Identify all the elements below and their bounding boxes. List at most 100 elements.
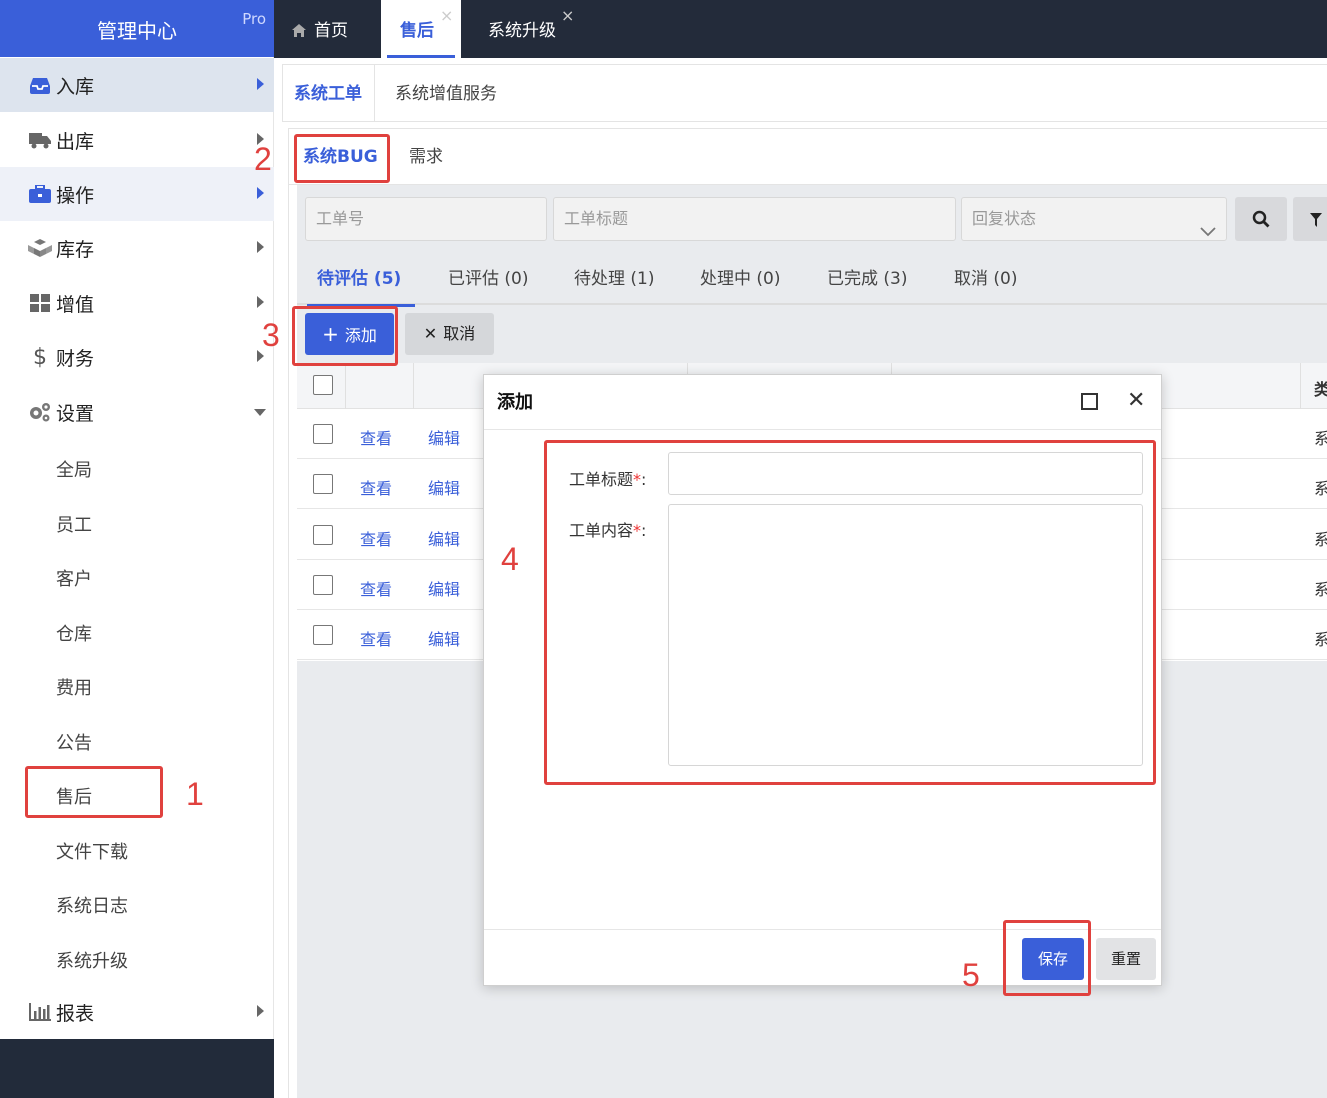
annotation-box-2 <box>294 134 390 183</box>
status-tabs: 待评估 (5) 已评估 (0) 待处理 (1) 处理中 (0) 已完成 (3) … <box>297 253 1327 307</box>
tab-home[interactable]: 首页 <box>292 0 382 58</box>
tab-label: 系统升级 <box>488 21 556 41</box>
inbox-icon <box>28 73 52 97</box>
edit-link[interactable]: 编辑 <box>428 526 460 550</box>
edit-link[interactable]: 编辑 <box>428 475 460 499</box>
brand-header: 管理中心 Pro <box>0 0 274 57</box>
submenu-system-upgrade[interactable]: 系统升级 <box>56 947 128 973</box>
view-link[interactable]: 查看 <box>360 626 392 650</box>
view-link[interactable]: 查看 <box>360 526 392 550</box>
cancel-label: 取消 <box>443 324 476 343</box>
cubes-icon <box>28 236 52 260</box>
row-checkbox[interactable] <box>313 424 333 444</box>
cancel-button[interactable]: ✕ 取消 <box>405 313 494 355</box>
select-all-checkbox[interactable] <box>313 375 333 395</box>
submenu-fees[interactable]: 费用 <box>56 674 92 700</box>
col-divider <box>413 363 414 409</box>
tab-requirement[interactable]: 需求 <box>409 129 443 185</box>
submenu-file-download[interactable]: 文件下载 <box>56 838 128 864</box>
status-tab-evaluated[interactable]: 已评估 (0) <box>448 253 528 305</box>
submenu-notice[interactable]: 公告 <box>56 729 92 755</box>
annotation-box-3 <box>292 306 398 366</box>
menu-label: 增值 <box>56 293 95 316</box>
sidebar: 管理中心 Pro 入库 出库 操作 库存 增值 $ 财务 设置 全局 员工 客户… <box>0 0 274 1098</box>
annotation-box-4 <box>544 440 1156 785</box>
annotation-box-1 <box>25 766 163 818</box>
tab-value-added-service[interactable]: 系统增值服务 <box>395 65 497 121</box>
row-checkbox[interactable] <box>313 525 333 545</box>
dollar-icon: $ <box>33 344 47 370</box>
row-checkbox[interactable] <box>313 474 333 494</box>
dialog-title: 添加 <box>497 392 533 413</box>
row-type: 系 <box>1314 479 1327 498</box>
menu-label: 库存 <box>56 238 95 261</box>
top-tab-bar: 首页 售后 × 系统升级 × <box>274 0 1327 58</box>
menu-item-settings[interactable]: 设置 <box>0 385 274 439</box>
view-link[interactable]: 查看 <box>360 475 392 499</box>
status-tab-pending[interactable]: 待处理 (1) <box>574 253 654 305</box>
row-checkbox[interactable] <box>313 575 333 595</box>
menu-item-outbound[interactable]: 出库 <box>0 113 274 167</box>
view-link[interactable]: 查看 <box>360 425 392 449</box>
status-tab-label: 待评估 (5) <box>317 269 402 289</box>
row-type: 系 <box>1314 429 1327 448</box>
annotation-number-4: 4 <box>501 541 519 577</box>
chevron-right-icon <box>257 241 264 253</box>
menu-item-inventory[interactable]: 库存 <box>0 221 274 275</box>
annotation-number-1: 1 <box>186 776 204 812</box>
chevron-right-icon <box>257 187 264 199</box>
reply-status-select[interactable]: 回复状态 <box>961 197 1227 241</box>
submenu-global[interactable]: 全局 <box>56 456 92 482</box>
edit-link[interactable]: 编辑 <box>428 576 460 600</box>
close-icon[interactable]: × <box>561 8 574 24</box>
submenu-warehouse[interactable]: 仓库 <box>56 620 92 646</box>
tab-label: 首页 <box>314 21 348 41</box>
pro-badge: Pro <box>242 10 266 28</box>
edit-link[interactable]: 编辑 <box>428 626 460 650</box>
menu-label: 操作 <box>56 184 95 207</box>
menu-item-finance[interactable]: $ 财务 <box>0 330 274 384</box>
brand-title: 管理中心 <box>97 19 177 43</box>
menu-item-reports[interactable]: 报表 <box>0 985 274 1039</box>
reset-button[interactable]: 重置 <box>1096 938 1156 980</box>
menu-item-inbound[interactable]: 入库 <box>0 58 274 112</box>
status-tab-done[interactable]: 已完成 (3) <box>827 253 907 305</box>
filter-button[interactable] <box>1293 197 1327 241</box>
chevron-down-icon <box>1200 211 1216 253</box>
annotation-box-5 <box>1003 920 1091 996</box>
row-checkbox[interactable] <box>313 625 333 645</box>
maximize-icon[interactable] <box>1081 393 1098 410</box>
submenu-staff[interactable]: 员工 <box>56 511 92 537</box>
menu-label: 财务 <box>56 347 95 370</box>
submenu-system-log[interactable]: 系统日志 <box>56 892 128 918</box>
edit-link[interactable]: 编辑 <box>428 425 460 449</box>
reply-status-value: 回复状态 <box>972 209 1037 228</box>
close-icon[interactable]: ✕ <box>1127 387 1145 415</box>
tab-system-ticket[interactable]: 系统工单 <box>294 65 362 121</box>
view-link[interactable]: 查看 <box>360 576 392 600</box>
home-icon <box>292 1 306 63</box>
row-type: 系 <box>1314 580 1327 599</box>
submenu-customer[interactable]: 客户 <box>56 565 92 591</box>
row-type: 系 <box>1314 530 1327 549</box>
col-divider <box>1300 363 1301 409</box>
annotation-number-2: 2 <box>254 141 272 177</box>
status-tab-pending-eval[interactable]: 待评估 (5) <box>307 253 416 307</box>
ticket-title-input[interactable]: 工单标题 <box>553 197 956 241</box>
menu-label: 出库 <box>56 130 95 153</box>
status-tab-cancelled[interactable]: 取消 (0) <box>954 253 1017 305</box>
briefcase-icon <box>28 182 52 206</box>
close-icon[interactable]: × <box>440 8 453 24</box>
tab-divider <box>374 65 375 121</box>
menu-item-value-added[interactable]: 增值 <box>0 276 274 330</box>
x-icon: ✕ <box>423 324 438 343</box>
ticket-number-input[interactable]: 工单号 <box>305 197 547 241</box>
menu-label: 报表 <box>56 1002 95 1025</box>
status-tab-processing[interactable]: 处理中 (0) <box>700 253 780 305</box>
search-button[interactable] <box>1235 197 1287 241</box>
ticket-type-tabs: 系统工单 系统增值服务 <box>282 64 1327 122</box>
menu-item-operation[interactable]: 操作 <box>0 167 274 221</box>
annotation-number-5: 5 <box>962 957 980 993</box>
sidebar-footer <box>0 1039 274 1098</box>
filter-icon <box>1310 212 1322 231</box>
